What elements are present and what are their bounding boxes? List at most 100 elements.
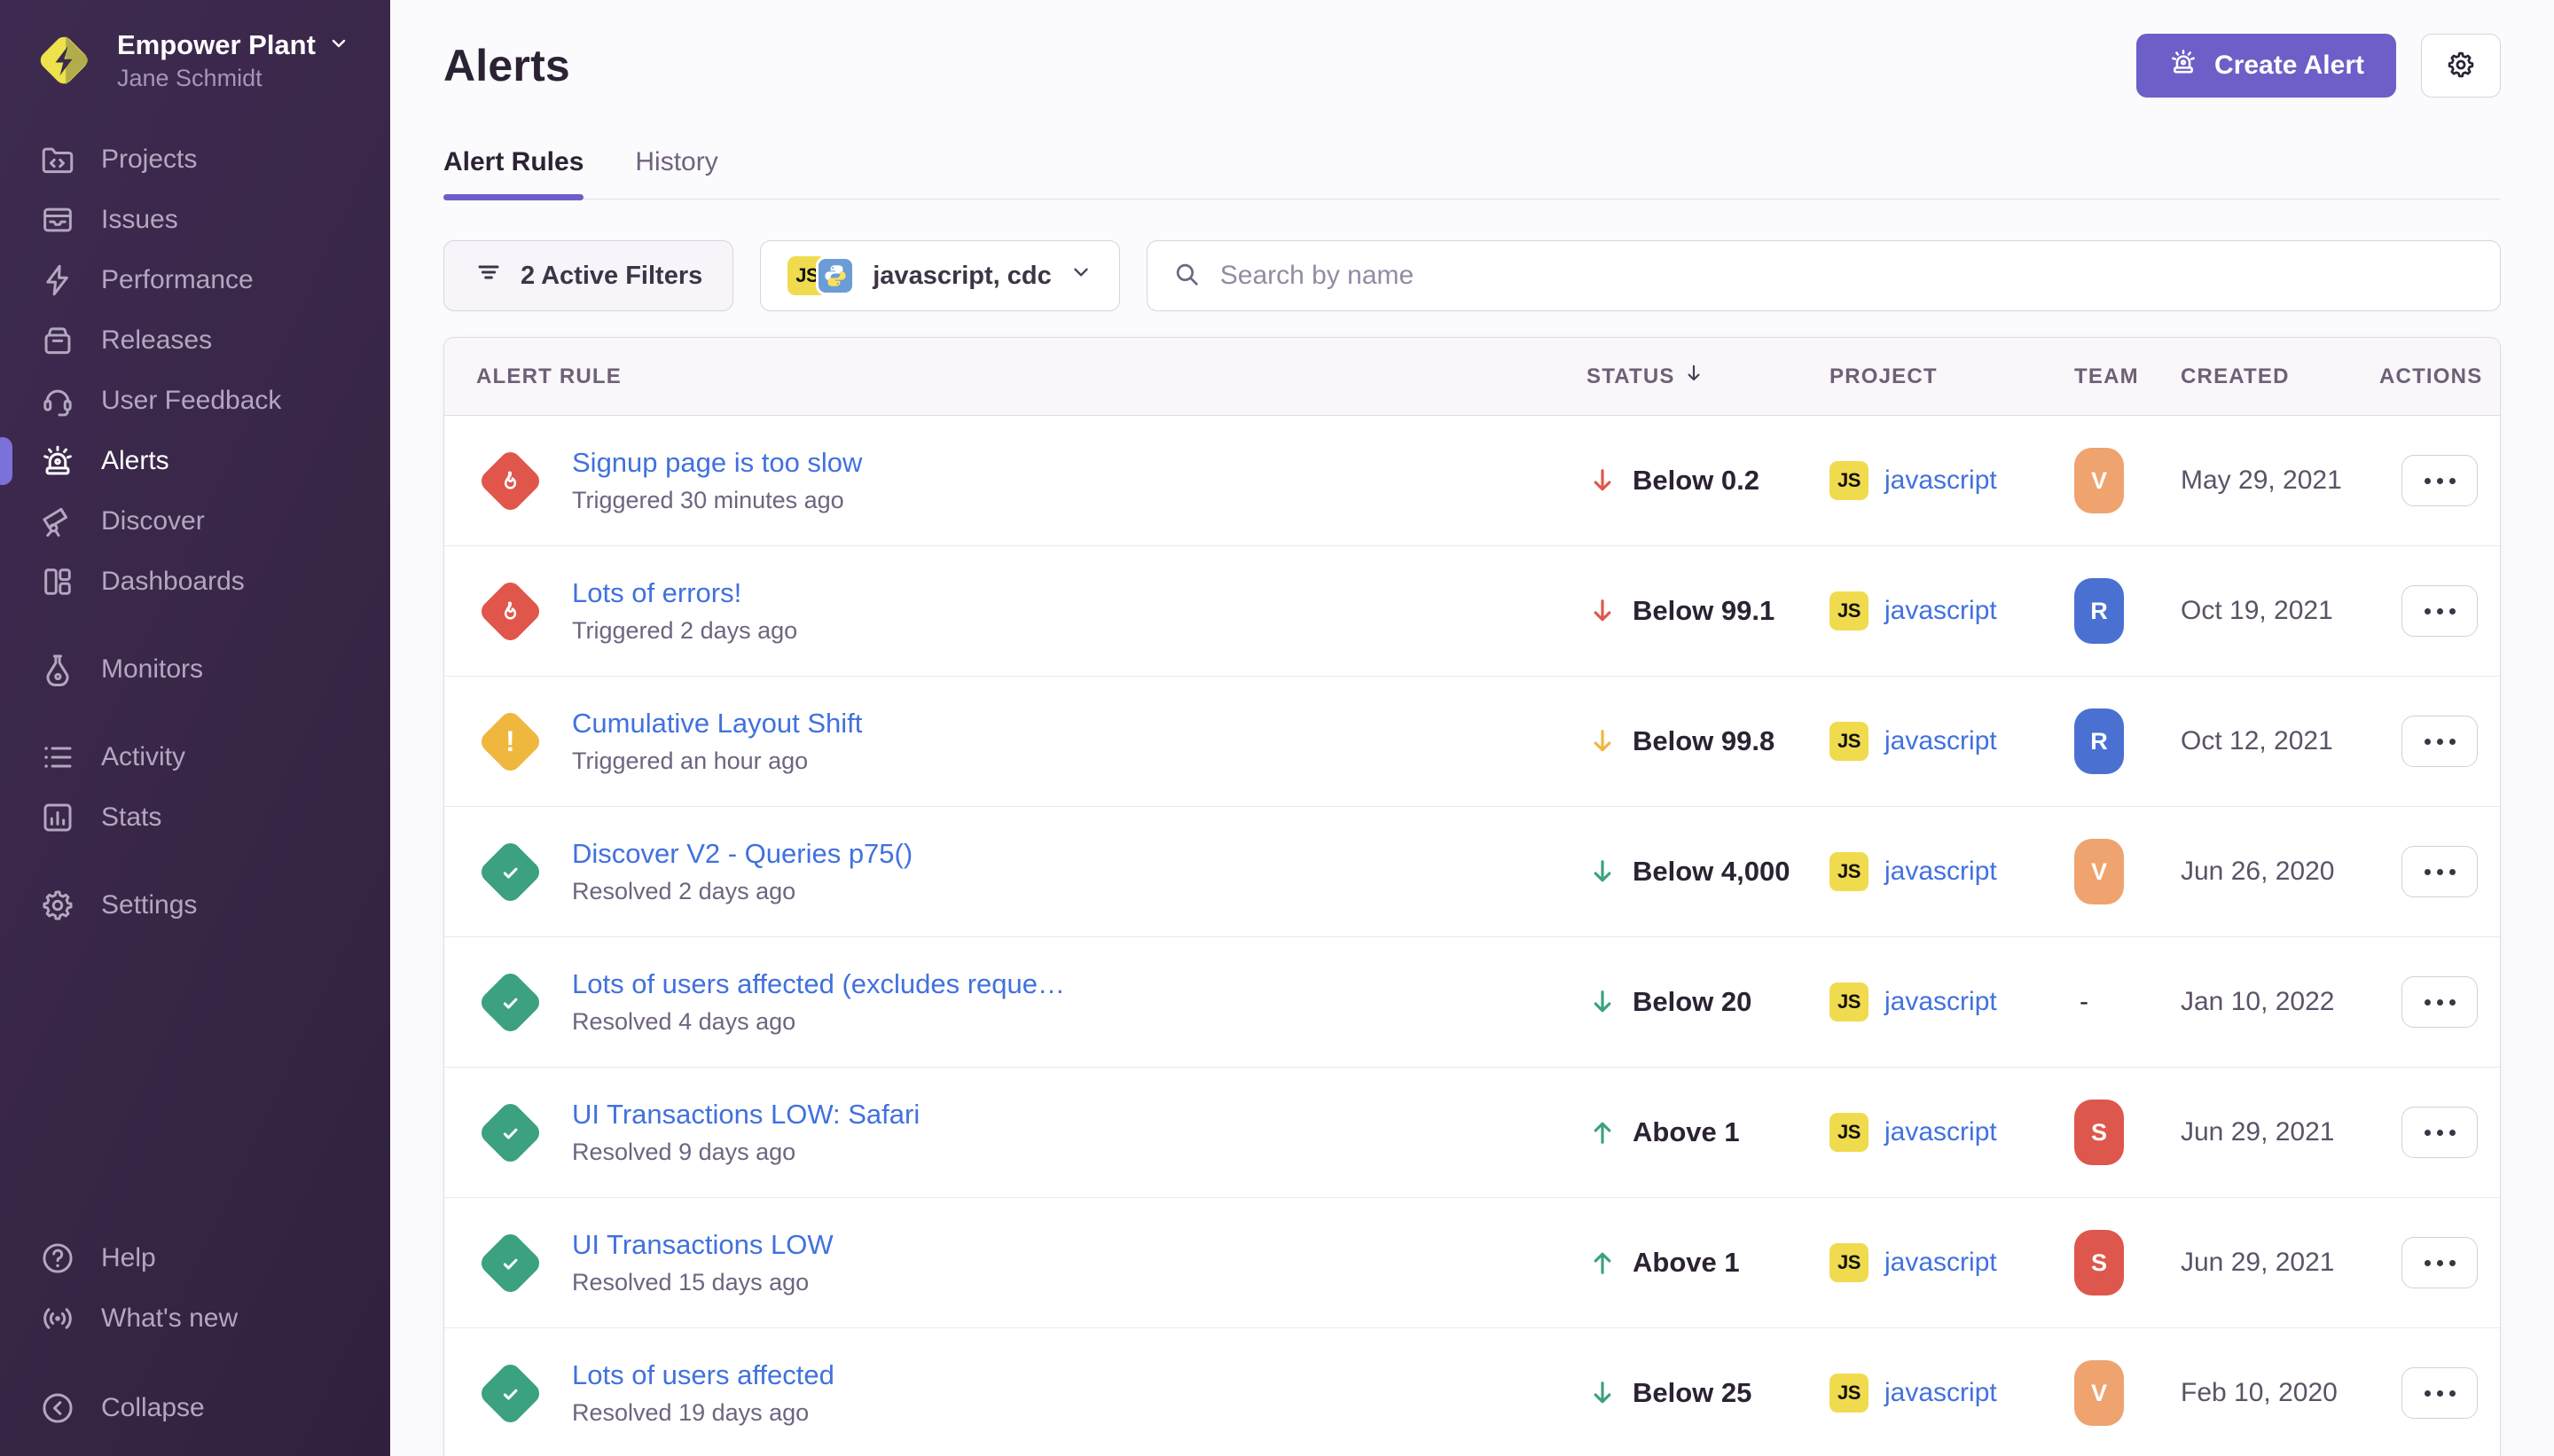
chevron-down-icon: [328, 29, 349, 61]
column-header-status[interactable]: STATUS: [1586, 362, 1829, 391]
chevron-down-icon: [1069, 261, 1093, 291]
sidebar-item-performance[interactable]: Performance: [0, 250, 390, 310]
created-date: Jun 26, 2020: [2181, 857, 2379, 887]
row-actions-button[interactable]: [2401, 455, 2478, 506]
sidebar-item-label: Performance: [101, 265, 254, 295]
alert-rule-link[interactable]: Discover V2 - Queries p75(): [572, 838, 913, 870]
tab-alert-rules[interactable]: Alert Rules: [443, 147, 584, 199]
column-header-team[interactable]: TEAM: [2074, 364, 2181, 389]
arrow-down-icon: [1586, 856, 1618, 888]
sidebar-item-dashboards[interactable]: Dashboards: [0, 552, 390, 612]
alert-rule-link[interactable]: Lots of users affected: [572, 1359, 834, 1391]
sidebar-item-alerts[interactable]: Alerts: [0, 431, 390, 491]
sidebar-item-label: Projects: [101, 145, 197, 175]
project-link[interactable]: javascript: [1884, 987, 1997, 1017]
tab-bar: Alert Rules History: [443, 147, 2501, 200]
alert-rule-link[interactable]: Lots of errors!: [572, 577, 797, 609]
javascript-icon: JS: [1829, 461, 1868, 500]
sidebar-item-monitors[interactable]: Monitors: [0, 639, 390, 700]
row-actions-button[interactable]: [2401, 976, 2478, 1028]
column-header-project[interactable]: PROJECT: [1829, 364, 2074, 389]
sidebar-footer: HelpWhat's new Collapse: [0, 1228, 390, 1456]
column-header-alert-rule[interactable]: ALERT RULE: [444, 364, 1586, 389]
sidebar-item-activity[interactable]: Activity: [0, 727, 390, 787]
project-link[interactable]: javascript: [1884, 596, 1997, 626]
javascript-icon: JS: [1829, 982, 1868, 1022]
settings-button[interactable]: [2421, 34, 2501, 98]
status-cell: Below 20: [1586, 986, 1829, 1018]
page-title: Alerts: [443, 40, 570, 91]
tab-history[interactable]: History: [635, 147, 717, 199]
javascript-icon: JS: [1829, 1374, 1868, 1413]
active-filters-label: 2 Active Filters: [521, 262, 702, 291]
sidebar-item-help[interactable]: Help: [0, 1228, 390, 1288]
row-actions-button[interactable]: [2401, 846, 2478, 897]
alert-rule-status-note: Resolved 15 days ago: [572, 1269, 834, 1296]
alert-rule-link[interactable]: Lots of users affected (excludes reque…: [572, 968, 1065, 1000]
create-alert-label: Create Alert: [2214, 51, 2364, 81]
project-link[interactable]: javascript: [1884, 466, 1997, 496]
created-date: Jun 29, 2021: [2181, 1248, 2379, 1278]
column-header-actions: ACTIONS: [2379, 364, 2500, 389]
sidebar-item-label: Discover: [101, 506, 205, 536]
sidebar-item-issues[interactable]: Issues: [0, 190, 390, 250]
table-body: Signup page is too slowTriggered 30 minu…: [444, 416, 2500, 1456]
table-row: Lots of errors!Triggered 2 days agoBelow…: [444, 546, 2500, 677]
org-name: Empower Plant: [117, 29, 316, 61]
sidebar-item-label: Issues: [101, 205, 178, 235]
sidebar-item-collapse[interactable]: Collapse: [0, 1378, 390, 1438]
search-input[interactable]: [1220, 261, 2475, 291]
collapse-icon: [39, 1389, 76, 1427]
alert-rule-link[interactable]: UI Transactions LOW: [572, 1229, 834, 1261]
row-actions-button[interactable]: [2401, 716, 2478, 767]
alert-rule-link[interactable]: Signup page is too slow: [572, 447, 862, 479]
row-actions-button[interactable]: [2401, 1107, 2478, 1158]
alert-critical-icon: [476, 447, 544, 514]
sidebar-nav: Projects Issues Performance Releases User Fe…: [0, 129, 390, 935]
activity-icon: [39, 739, 76, 776]
alert-rules-table: ALERT RULE STATUS PROJECT TEAM CREATED A…: [443, 337, 2501, 1456]
sidebar-item-user-feedback[interactable]: User Feedback: [0, 371, 390, 431]
alert-rule-link[interactable]: UI Transactions LOW: Safari: [572, 1099, 920, 1131]
sidebar-item-stats[interactable]: Stats: [0, 787, 390, 848]
alert-rule-link[interactable]: Cumulative Layout Shift: [572, 708, 862, 740]
created-date: Feb 10, 2020: [2181, 1378, 2379, 1408]
status-threshold: Below 25: [1633, 1377, 1751, 1409]
project-link[interactable]: javascript: [1884, 726, 1997, 756]
table-row: !Cumulative Layout ShiftTriggered an hou…: [444, 677, 2500, 807]
alert-warning-icon: !: [476, 708, 544, 775]
sidebar-item-what-s-new[interactable]: What's new: [0, 1288, 390, 1349]
dashboards-icon: [39, 563, 76, 600]
sidebar-item-label: Releases: [101, 325, 212, 356]
create-alert-button[interactable]: Create Alert: [2136, 34, 2396, 98]
sidebar-item-label: Stats: [101, 802, 161, 833]
sidebar-item-settings[interactable]: Settings: [0, 875, 390, 935]
status-threshold: Above 1: [1633, 1116, 1740, 1148]
sidebar-item-releases[interactable]: Releases: [0, 310, 390, 371]
status-threshold: Above 1: [1633, 1247, 1740, 1279]
arrow-down-icon: [1586, 986, 1618, 1018]
project-link[interactable]: javascript: [1884, 1117, 1997, 1147]
column-header-created[interactable]: CREATED: [2181, 364, 2379, 389]
active-filters-button[interactable]: 2 Active Filters: [443, 240, 733, 311]
filter-icon: [474, 258, 503, 294]
status-cell: Below 99.8: [1586, 725, 1829, 757]
row-actions-button[interactable]: [2401, 1237, 2478, 1288]
project-link[interactable]: javascript: [1884, 1248, 1997, 1278]
project-filter-dropdown[interactable]: JS javascript, cdc: [760, 240, 1120, 311]
project-link[interactable]: javascript: [1884, 1378, 1997, 1408]
row-actions-button[interactable]: [2401, 585, 2478, 637]
user-feedback-icon: [39, 382, 76, 419]
project-link[interactable]: javascript: [1884, 857, 1997, 887]
org-switcher[interactable]: Empower Plant Jane Schmidt: [30, 27, 364, 94]
status-cell: Below 25: [1586, 1377, 1829, 1409]
releases-icon: [39, 322, 76, 359]
status-cell: Above 1: [1586, 1116, 1829, 1148]
javascript-icon: JS: [1829, 1113, 1868, 1152]
table-row: Lots of users affected (excludes reque…R…: [444, 937, 2500, 1068]
table-row: Discover V2 - Queries p75()Resolved 2 da…: [444, 807, 2500, 937]
sidebar-item-discover[interactable]: Discover: [0, 491, 390, 552]
row-actions-button[interactable]: [2401, 1367, 2478, 1419]
team-avatar: S: [2074, 1230, 2124, 1296]
sidebar-item-projects[interactable]: Projects: [0, 129, 390, 190]
